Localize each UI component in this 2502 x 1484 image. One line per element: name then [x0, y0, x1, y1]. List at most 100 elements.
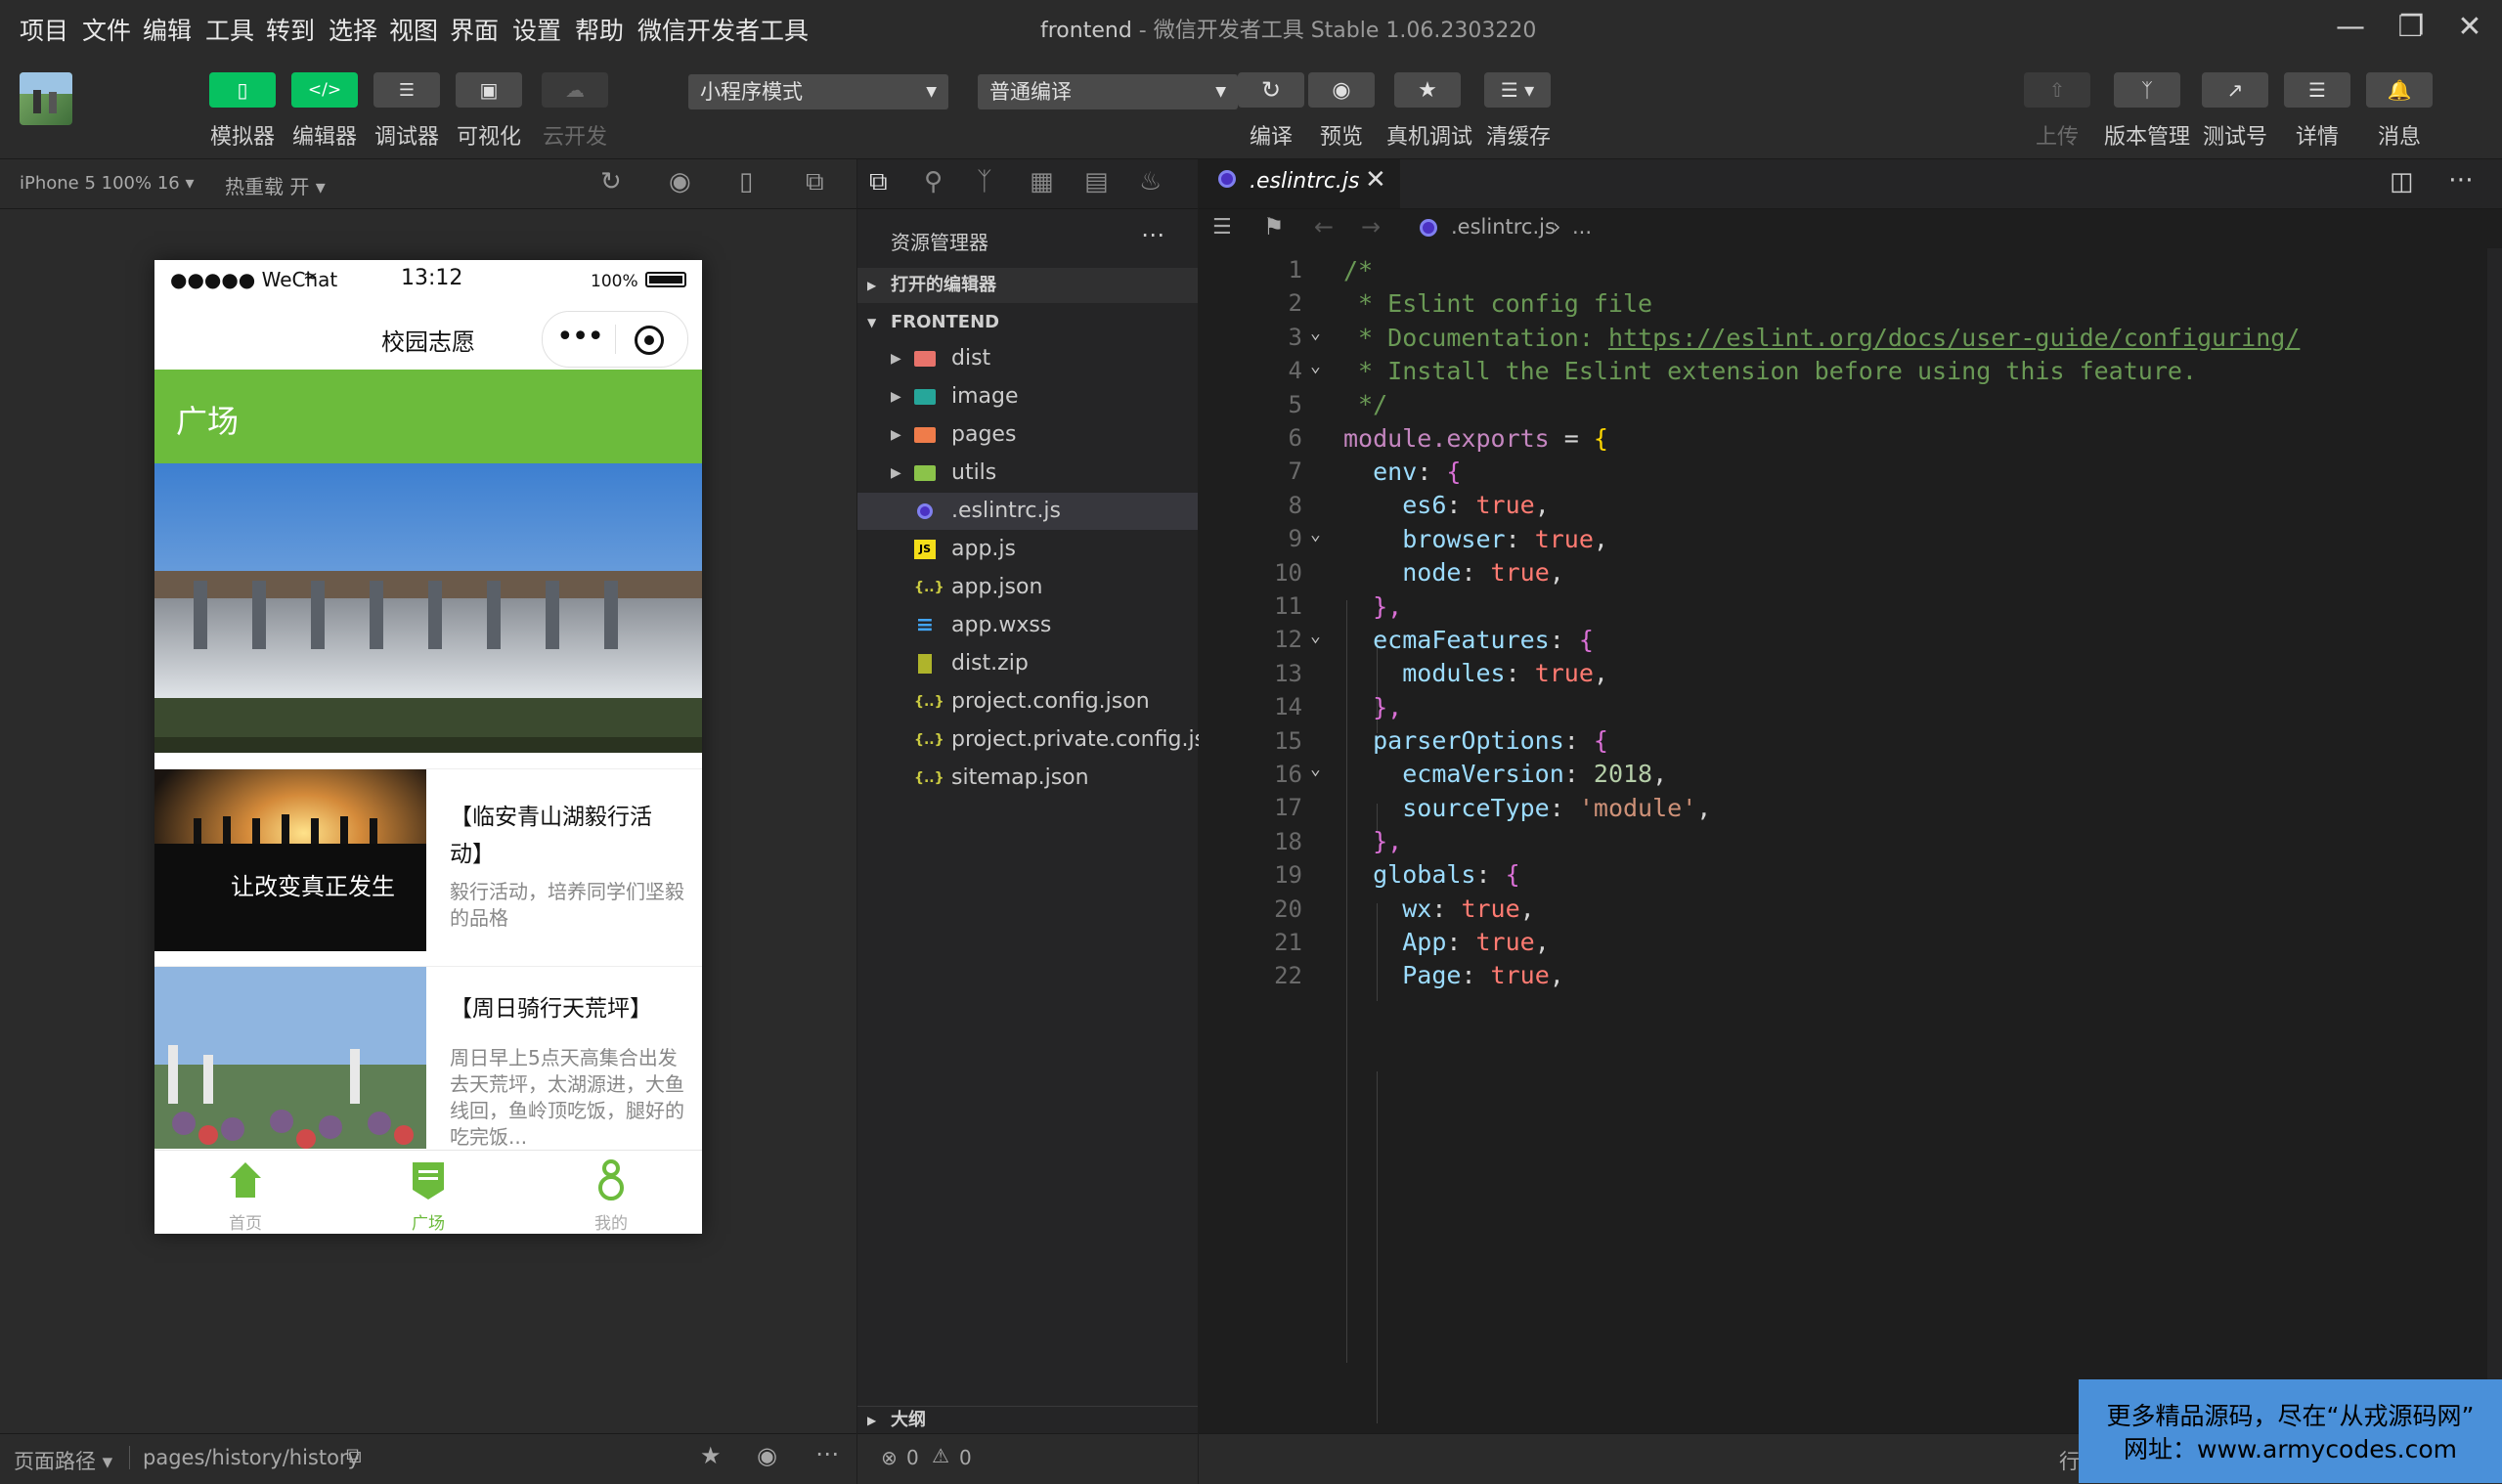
file-item[interactable]: JS app.js — [857, 531, 1198, 568]
tab-mine[interactable]: 我的 — [520, 1151, 702, 1234]
debugger-button[interactable]: ☰ — [373, 72, 440, 108]
close-tab-icon[interactable]: ✕ — [1365, 165, 1386, 195]
file-item[interactable]: {..} app.json — [857, 569, 1198, 606]
menu-tools[interactable]: 工具 — [205, 12, 254, 47]
cursor-position[interactable]: 行 — [2059, 1446, 2080, 1475]
menu-project[interactable]: 项目 — [20, 12, 68, 47]
mode-select[interactable]: 小程序模式 ▼ — [688, 74, 948, 109]
extensions-icon[interactable]: ▦ — [1030, 167, 1054, 196]
back-icon[interactable]: ← — [1314, 213, 1334, 240]
file-item[interactable]: dist.zip — [857, 645, 1198, 682]
device-select[interactable]: iPhone 5 100% 16 ▾ — [20, 173, 195, 194]
close-miniprogram-icon[interactable] — [635, 326, 664, 355]
menu-view[interactable]: 视图 — [389, 12, 438, 47]
menu-help[interactable]: 帮助 — [575, 12, 624, 47]
menu-wechat-devtools[interactable]: 微信开发者工具 — [637, 12, 809, 47]
menu-goto[interactable]: 转到 — [266, 12, 315, 47]
open-editors-section[interactable]: ▶ 打开的编辑器 — [857, 268, 1198, 303]
search-icon[interactable]: ⚲ — [924, 167, 943, 196]
simulator-button[interactable]: ▯ — [209, 72, 276, 108]
page-path-label[interactable]: 页面路径 ▾ — [14, 1446, 112, 1475]
activity-card[interactable]: 【周日骑行天荒坪】 周日早上5点天高集合出发去天荒坪，太湖源进，大鱼线回，鱼岭顶… — [154, 966, 702, 1151]
folder-item[interactable]: ▶ pages — [857, 416, 1198, 454]
eye-icon[interactable]: ◉ — [757, 1442, 777, 1469]
menu-interface[interactable]: 界面 — [450, 12, 499, 47]
folder-item[interactable]: ▶ dist — [857, 340, 1198, 377]
preview-button[interactable]: ◉ — [1308, 72, 1375, 108]
files-icon[interactable]: ⧉ — [869, 167, 888, 197]
capsule-menu[interactable]: ••• — [542, 311, 688, 368]
forward-icon[interactable]: → — [1361, 213, 1381, 240]
line-number: 15 — [1274, 726, 1302, 755]
file-item[interactable]: {..} sitemap.json — [857, 760, 1198, 797]
split-editor-icon[interactable]: ◫ — [2390, 167, 2414, 196]
more-icon[interactable]: ••• — [556, 320, 604, 354]
fold-icon[interactable]: ⌄ — [1310, 323, 1321, 343]
details-button[interactable]: ☰ — [2284, 72, 2350, 108]
more-icon[interactable]: ⋯ — [1141, 221, 1164, 248]
bookmark-icon[interactable]: ⚑ — [1263, 213, 1285, 240]
fold-icon[interactable]: ⌄ — [1310, 524, 1321, 545]
editor-button[interactable]: </> — [291, 72, 358, 108]
file-item[interactable]: ≡ app.wxss — [857, 607, 1198, 644]
folder-item[interactable]: ▶ utils — [857, 455, 1198, 492]
file-item[interactable]: {..} project.config.json — [857, 683, 1198, 720]
frontend-section[interactable]: ▼ FRONTEND — [857, 305, 1198, 340]
hot-reload-toggle[interactable]: 热重载 开 ▾ — [225, 171, 326, 199]
storage-icon[interactable]: ▤ — [1084, 167, 1109, 196]
fold-icon[interactable]: ⌄ — [1310, 356, 1321, 376]
window-title-project: frontend — [1040, 19, 1132, 43]
menu-file[interactable]: 文件 — [82, 12, 131, 47]
menu-edit[interactable]: 编辑 — [143, 12, 192, 47]
tab-home[interactable]: 首页 — [154, 1151, 336, 1234]
compile-select[interactable]: 普通编译 ▼ — [978, 74, 1238, 109]
version-button[interactable]: ᛉ — [2114, 72, 2180, 108]
battery-text: 100% — [591, 272, 638, 291]
docker-icon[interactable]: ♨ — [1139, 167, 1162, 196]
fold-icon[interactable]: ⌄ — [1310, 759, 1321, 779]
bug-icon[interactable]: ★ — [700, 1442, 722, 1469]
stop-icon[interactable]: ◉ — [669, 167, 691, 196]
rotate-icon[interactable]: ↻ — [600, 167, 622, 196]
copy-icon[interactable]: ⧉ — [346, 1444, 362, 1468]
breadcrumb-file[interactable]: .eslintrc.js — [1451, 215, 1556, 239]
code-line: modules: true, — [1402, 659, 1608, 687]
tab-eslintrc[interactable]: .eslintrc.js ✕ — [1199, 159, 1400, 208]
js-icon: JS — [914, 540, 936, 559]
banner-image[interactable] — [154, 463, 702, 753]
close-window-icon[interactable]: ✕ — [2450, 10, 2489, 44]
breadcrumb-more[interactable]: ... — [1572, 215, 1592, 239]
fold-icon[interactable]: ⌄ — [1310, 626, 1321, 646]
minimize-icon[interactable]: — — [2331, 10, 2370, 44]
messages-button[interactable]: 🔔 — [2366, 72, 2433, 108]
popout-icon[interactable]: ⧉ — [806, 167, 824, 197]
more-icon[interactable]: ⋯ — [815, 1440, 839, 1467]
tab-square[interactable]: 广场 — [337, 1151, 519, 1234]
file-item[interactable]: {..} project.private.config.js... — [857, 721, 1226, 759]
code-editor[interactable]: 1 2 3 4 5 6 7 8 9 10 11 12 13 14 15 16 17 18 19 20 21 22 ⌄ ⌄ … — [1199, 248, 2502, 1433]
upload-button[interactable]: ⇧ — [2024, 72, 2090, 108]
activity-card[interactable]: 让改变真正发生 【临安青山湖毅行活动】 毅行活动，培养同学们坚毅的品格 — [154, 768, 702, 951]
problems-status[interactable]: ⊗ 0 ⚠ 0 — [857, 1433, 1198, 1484]
source-control-icon[interactable]: ᛉ — [977, 167, 992, 196]
restore-icon[interactable]: ❐ — [2392, 10, 2431, 44]
simulator-footer: 页面路径 ▾ pages/history/history ⧉ ★ ◉ ⋯ — [0, 1433, 856, 1484]
avatar[interactable] — [20, 72, 72, 125]
visual-button[interactable]: ▣ — [456, 72, 522, 108]
outline-section[interactable]: ▶ 大纲 — [857, 1406, 1198, 1434]
cloud-dev-button[interactable]: ☁ — [542, 72, 608, 108]
clear-cache-button[interactable]: ☰ ▾ — [1484, 72, 1551, 108]
menu-settings[interactable]: 设置 — [512, 12, 561, 47]
list-icon[interactable]: ☰ — [1212, 215, 1232, 240]
css-icon: ≡ — [915, 613, 935, 637]
compile-button[interactable]: ↻ — [1238, 72, 1304, 108]
more-icon[interactable]: ⋯ — [2448, 165, 2474, 195]
menu-select[interactable]: 选择 — [329, 12, 377, 47]
remote-debug-button[interactable]: ★ — [1394, 72, 1461, 108]
folder-item[interactable]: ▶ image — [857, 378, 1198, 415]
phone-frame-icon[interactable]: ▯ — [739, 167, 753, 196]
scrollbar[interactable] — [2487, 248, 2502, 1433]
test-account-button[interactable]: ↗ — [2202, 72, 2268, 108]
doc-link[interactable]: https://eslint.org/docs/user-guide/confi… — [1608, 324, 2300, 352]
file-item[interactable]: .eslintrc.js — [857, 493, 1198, 530]
